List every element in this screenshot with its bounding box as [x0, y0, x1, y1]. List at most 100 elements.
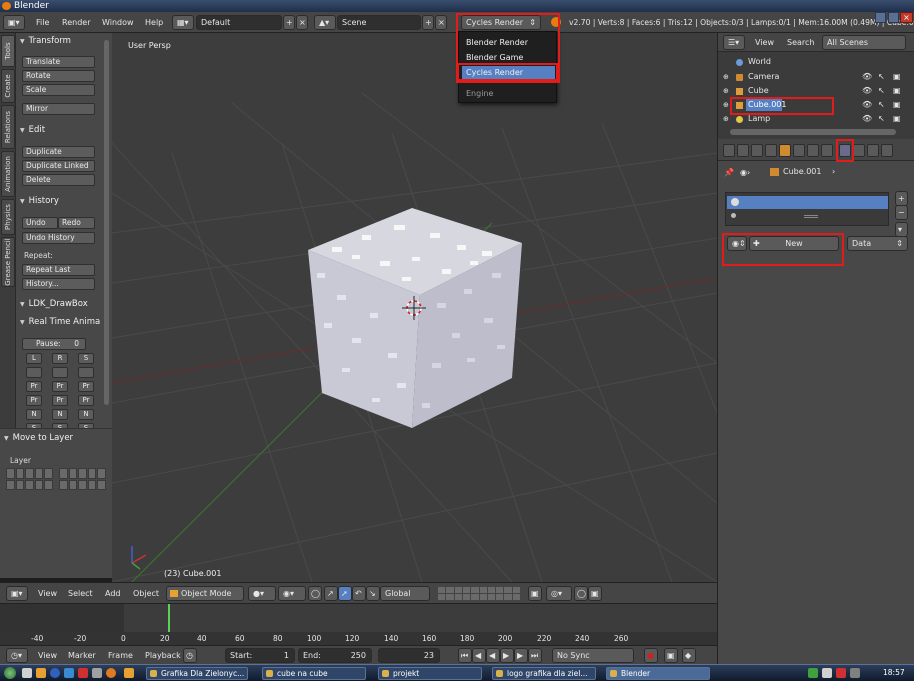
taskbar-item[interactable]: cube na cube — [262, 667, 366, 680]
pause-field[interactable]: Pause: 0 — [22, 338, 86, 350]
physics-tab-icon[interactable] — [881, 144, 893, 157]
manipulator-arrow-icon[interactable]: ➚ — [338, 586, 352, 601]
maximize-icon[interactable] — [888, 12, 899, 23]
engine-option-blender-render[interactable]: Blender Render — [462, 36, 555, 49]
tab-animation[interactable]: Animation — [1, 151, 15, 197]
quicklaunch-firefox-icon[interactable] — [106, 668, 116, 678]
outliner-scrollbar[interactable] — [730, 129, 896, 135]
menu-window[interactable]: Window — [102, 16, 134, 29]
object-tab-icon[interactable] — [779, 144, 791, 157]
quicklaunch-desktop-icon[interactable] — [22, 668, 32, 678]
tab-relations[interactable]: Relations — [1, 105, 15, 149]
pin-icon[interactable]: 📌 — [724, 168, 734, 177]
list-resize-handle-icon[interactable] — [804, 215, 818, 218]
visibility-eye-icon[interactable]: 👁 — [862, 112, 872, 126]
render-engine-select[interactable]: Cycles Render ⇕ — [461, 15, 541, 30]
menu-marker[interactable]: Marker — [68, 649, 96, 662]
scene-field[interactable]: Scene — [337, 15, 421, 30]
preview-range-icon[interactable]: ◷ — [183, 648, 197, 663]
play-reverse-icon[interactable]: ◀ — [486, 648, 500, 663]
scene-layers-grid[interactable] — [438, 587, 520, 600]
menu-add[interactable]: Add — [105, 587, 121, 600]
tray-clock[interactable]: 18:57 — [883, 668, 905, 677]
remove-screen-icon[interactable]: × — [296, 15, 308, 30]
end-frame-field[interactable]: End: 250 — [298, 648, 372, 663]
realtime-btn-pr[interactable]: Pr — [52, 395, 68, 406]
realtime-anim-panel-title[interactable]: Real Time Anima — [20, 317, 101, 327]
keyframe-icon[interactable]: ◆ — [682, 648, 696, 663]
engine-option-cycles-render[interactable]: Cycles Render — [462, 66, 555, 79]
select-arrow-icon[interactable]: ↖ — [878, 70, 885, 84]
data-tab-icon[interactable] — [821, 144, 833, 157]
realtime-btn-pr[interactable]: Pr — [26, 395, 42, 406]
render-layers-tab-icon[interactable] — [737, 144, 749, 157]
tab-grease-pencil[interactable]: Grease Pencil — [1, 237, 15, 287]
realtime-btn-pr[interactable]: Pr — [78, 381, 94, 392]
proportional-edit-button[interactable]: ◎▾ — [546, 586, 572, 601]
expand-icon[interactable]: ⊕ — [723, 70, 729, 84]
visibility-eye-icon[interactable]: 👁 — [862, 84, 872, 98]
tray-volume-icon[interactable] — [850, 668, 860, 678]
quicklaunch-app-icon[interactable] — [124, 668, 134, 678]
menu-playback[interactable]: Playback — [145, 649, 181, 662]
keying-set-icon[interactable]: ▣ — [664, 648, 678, 663]
render-tab-icon[interactable] — [723, 144, 735, 157]
render-camera-icon[interactable]: ▣ — [893, 98, 901, 112]
material-slot-row[interactable] — [727, 196, 888, 209]
outliner-row-world[interactable]: World — [718, 55, 914, 69]
screen-layout-icon[interactable]: ▦▾ — [172, 15, 194, 30]
menu-view[interactable]: View — [38, 649, 57, 662]
material-specials-icon[interactable]: ▾ — [895, 222, 908, 237]
rotate-button[interactable]: Rotate — [22, 70, 95, 82]
tray-icon[interactable] — [808, 668, 818, 678]
select-arrow-icon[interactable]: ↖ — [878, 112, 885, 126]
menu-select[interactable]: Select — [68, 587, 93, 600]
constraints-tab-icon[interactable] — [793, 144, 805, 157]
manipulator-scale-icon[interactable]: ↘ — [366, 586, 380, 601]
menu-file[interactable]: File — [36, 16, 49, 29]
screen-layout-field[interactable]: Default — [196, 15, 282, 30]
quicklaunch-browser-icon[interactable] — [50, 668, 60, 678]
taskbar-item[interactable]: logo grafika dla ziel... — [492, 667, 596, 680]
layer-grid-right[interactable] — [59, 468, 106, 490]
realtime-btn-n[interactable]: N — [52, 409, 68, 420]
texture-tab-icon[interactable] — [853, 144, 865, 157]
history-button[interactable]: History... — [22, 278, 95, 290]
transform-panel-title[interactable]: Transform — [20, 36, 71, 46]
quicklaunch-explorer-icon[interactable] — [64, 668, 74, 678]
outliner-view-menu[interactable]: View — [755, 36, 774, 49]
expand-icon[interactable]: ⊕ — [723, 112, 729, 126]
realtime-btn-blank[interactable] — [26, 367, 42, 378]
editor-type-button[interactable]: ▣▾ — [6, 586, 28, 601]
menu-object[interactable]: Object — [133, 587, 159, 600]
tray-icon[interactable] — [822, 668, 832, 678]
lock-layers-icon[interactable]: ▣ — [528, 586, 542, 601]
jump-keyframe-forward-icon[interactable]: ▶ — [514, 648, 528, 663]
manipulator-toggle-icon[interactable]: ◯ — [308, 586, 322, 601]
menu-help[interactable]: Help — [145, 16, 163, 29]
visibility-eye-icon[interactable]: 👁 — [862, 98, 872, 112]
play-icon[interactable]: ▶ — [500, 648, 514, 663]
redo-button[interactable]: Redo — [58, 217, 95, 229]
manipulator-rotate-icon[interactable]: ↶ — [352, 586, 366, 601]
pivot-point-button[interactable]: ◉▾ — [278, 586, 306, 601]
menu-render[interactable]: Render — [62, 16, 90, 29]
duplicate-button[interactable]: Duplicate — [22, 146, 95, 158]
start-button-icon[interactable] — [4, 667, 16, 679]
menu-frame[interactable]: Frame — [108, 649, 133, 662]
world-tab-icon[interactable] — [765, 144, 777, 157]
minimize-icon[interactable] — [875, 12, 886, 23]
outliner-display-select[interactable]: All Scenes — [822, 35, 906, 50]
engine-option-blender-game[interactable]: Blender Game — [462, 51, 555, 64]
select-arrow-icon[interactable]: ↖ — [878, 84, 885, 98]
material-slot-list[interactable] — [725, 192, 889, 226]
jump-start-icon[interactable]: ⏮ — [458, 648, 472, 663]
ldk-drawbox-panel-title[interactable]: LDK_DrawBox — [20, 299, 88, 309]
jump-keyframe-back-icon[interactable]: ◀ — [472, 648, 486, 663]
layer-grid-left[interactable] — [6, 468, 53, 490]
record-icon[interactable]: ● — [644, 648, 658, 663]
outliner-row-lamp[interactable]: ⊕ Lamp 👁 ↖ ▣ — [718, 112, 914, 126]
expand-icon[interactable]: ⊕ — [723, 98, 729, 112]
translate-button[interactable]: Translate — [22, 56, 95, 68]
render-camera-icon[interactable]: ▣ — [893, 84, 901, 98]
